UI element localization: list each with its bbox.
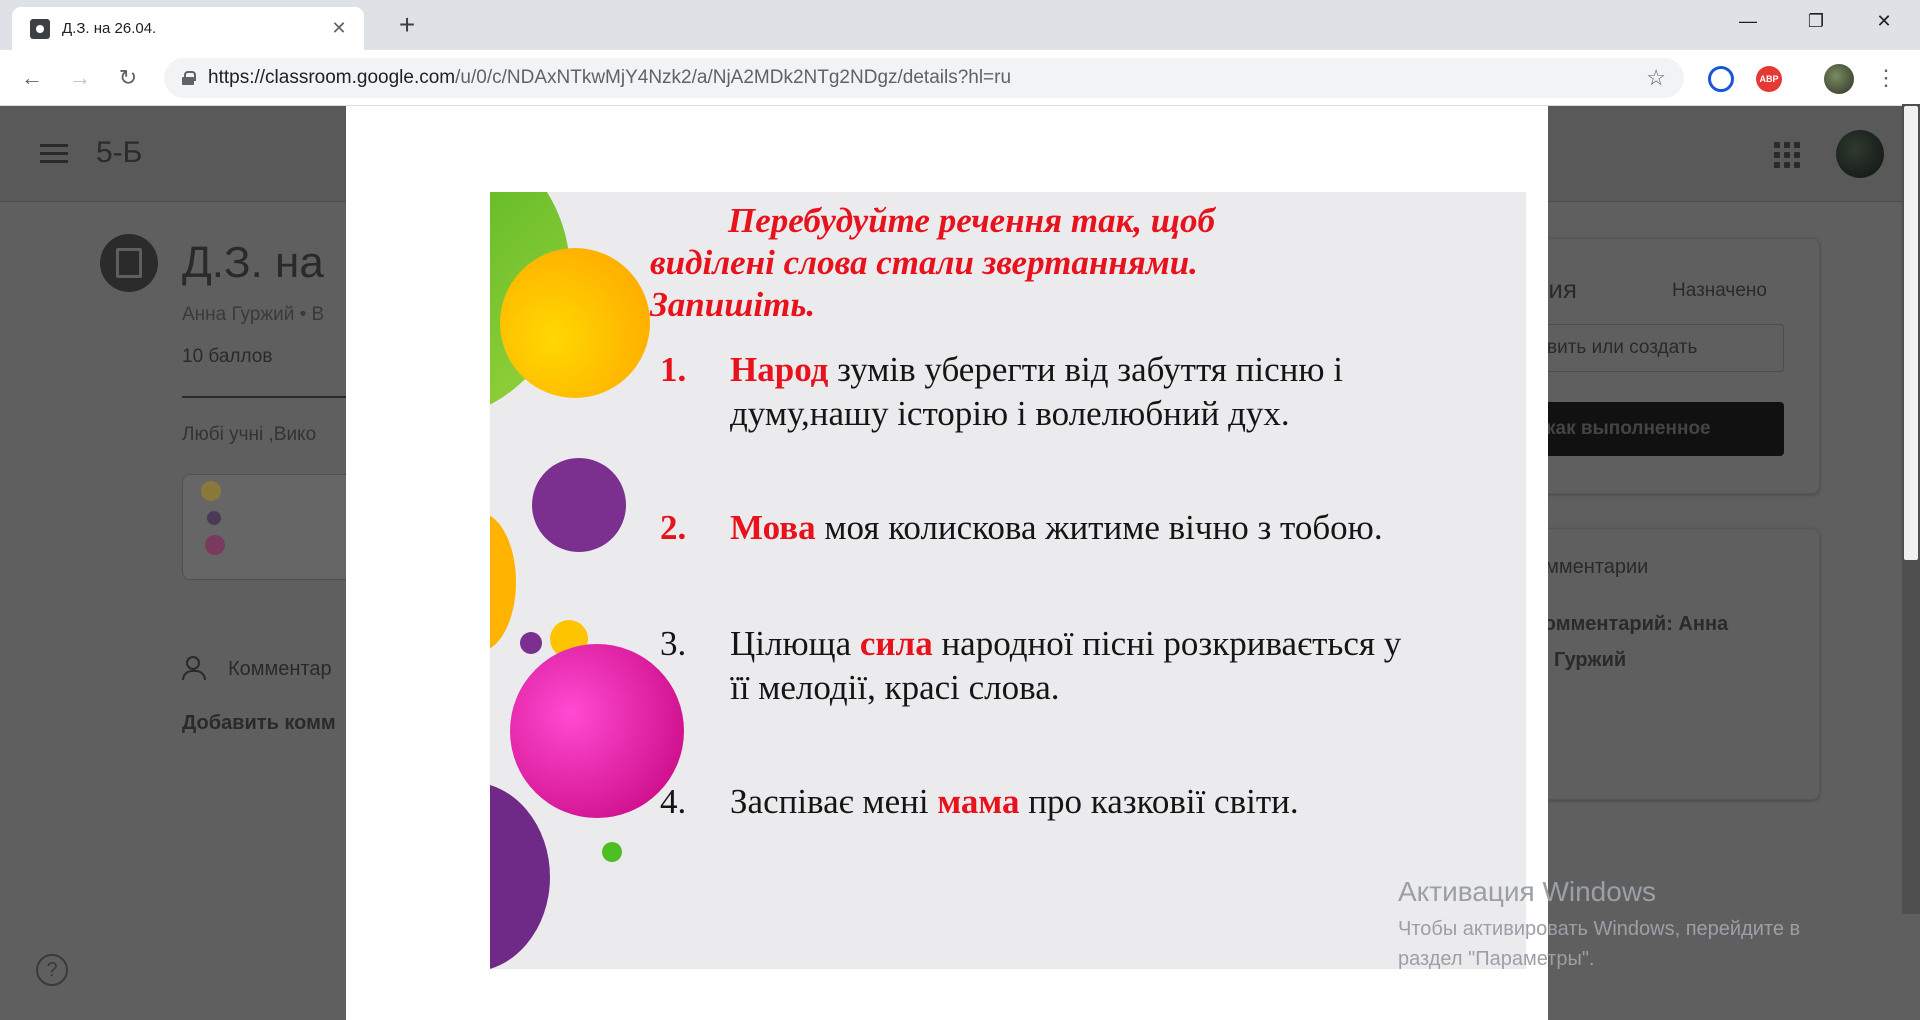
account-avatar[interactable] [1836,130,1884,178]
add-private-comment-link[interactable]: комментарий: Анна Гуржий [1534,606,1794,678]
tab-title: Д.З. на 26.04. [62,20,157,37]
assignment-icon [100,234,158,292]
add-class-comment-link[interactable]: Добавить комм [182,712,336,735]
minimize-window-icon[interactable]: — [1714,0,1782,42]
item-number: 4. [660,782,687,821]
address-bar[interactable]: https://classroom.google.com/u/0/c/NDAxN… [164,58,1684,98]
private-comments-label: омментарии [1534,556,1649,578]
work-status: Назначено [1672,280,1767,301]
assignment-title: Д.З. на [182,238,324,287]
highlighted-word: мама [937,782,1020,821]
adblock-extension-icon[interactable]: ABP [1756,66,1782,92]
page-scrollbar-thumb[interactable] [1904,106,1918,560]
assignment-meta: Анна Гуржий • В [182,304,325,325]
close-tab-icon[interactable]: ✕ [328,18,350,40]
help-icon[interactable]: ? [36,954,68,986]
main-menu-icon[interactable] [40,144,68,164]
new-tab-icon[interactable]: + [392,9,422,40]
assignment-points: 10 баллов [182,346,273,367]
exercise-item: 3. Цілюща сила народної пісні розкриваєт… [660,624,1402,707]
dark-purple-circle-shape [490,782,550,969]
watermark-text: Чтобы активировать Windows, перейдите в … [1398,918,1801,970]
restore-window-icon[interactable]: ❐ [1782,0,1850,42]
slide-title: Перебудуйте речення так, щоб виділені сл… [650,201,1215,324]
item-number: 2. [660,508,687,547]
browser-tab[interactable]: Д.З. на 26.04. ✕ [12,7,364,50]
windows-activation-watermark: Активация Windows Чтобы активировать Win… [1398,876,1868,974]
pink-circle-shape [510,644,684,818]
divider [182,396,352,398]
class-name[interactable]: 5-Б [96,136,142,170]
highlighted-word: Мова [730,508,816,547]
back-icon[interactable]: ← [16,62,48,94]
url-text[interactable]: https://classroom.google.com/u/0/c/NDAxN… [208,67,1646,89]
item-number: 1. [660,350,687,389]
profile-avatar[interactable] [1824,64,1854,94]
highlighted-word: Народ [730,350,829,389]
watermark-title: Активация Windows [1398,876,1657,907]
highlighted-word: сила [859,624,933,663]
orange-half-circle-shape [490,512,516,652]
lock-icon [182,71,196,85]
slide-image: Перебудуйте речення так, щоб виділені сл… [490,192,1526,969]
browser-tab-strip: Д.З. на 26.04. ✕ + — ❐ ✕ [0,0,1920,50]
small-green-dot-shape [602,842,622,862]
mark-as-done-button[interactable]: как выполненное [1534,402,1784,456]
classroom-favicon-icon [30,18,50,39]
forward-icon[interactable]: → [64,62,96,94]
exercise-item: 4. Заспіває мені мама про казковії світи… [660,780,1510,824]
purple-circle-shape [532,458,626,552]
bookmark-star-icon[interactable]: ☆ [1646,65,1666,91]
close-window-icon[interactable]: ✕ [1850,0,1918,42]
google-apps-icon[interactable] [1774,142,1800,168]
attachment-thumbnail[interactable] [182,474,352,580]
exercise-item: 2. Мова моя колискова житиме вічно з тоб… [660,506,1510,550]
exercise-item: 1. Народ зумів уберегти від забуття пісн… [660,350,1343,433]
item-number: 3. [660,624,687,663]
class-comments-icon [182,656,216,682]
browser-menu-icon[interactable]: ⋮ [1870,62,1902,94]
browser-toolbar: ← → ↻ https://classroom.google.com/u/0/c… [0,50,1920,106]
add-or-create-button[interactable]: вить или создать [1534,324,1784,372]
reload-icon[interactable]: ↻ [112,62,144,94]
globe-extension-icon[interactable] [1708,66,1734,92]
yellow-circle-shape [500,248,650,398]
class-comments-label: Комментар [228,658,332,680]
assignment-description: Любі учні ,Вико [182,424,317,445]
small-purple-dot-shape [520,632,542,654]
